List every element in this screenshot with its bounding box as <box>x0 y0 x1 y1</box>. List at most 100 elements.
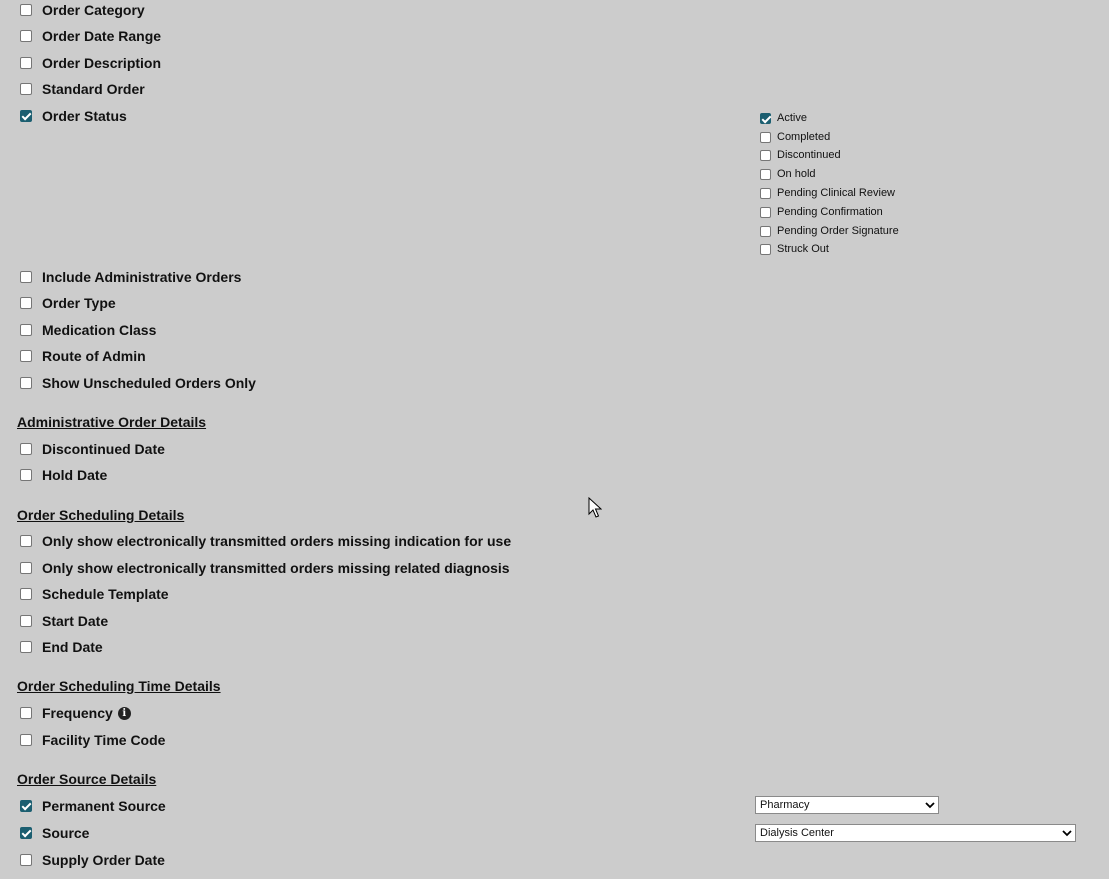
order-description-label: Order Description <box>42 55 162 71</box>
filter-start-date[interactable]: Start Date <box>20 611 108 631</box>
status-active-label: Active <box>777 112 807 124</box>
medication-class-label: Medication Class <box>42 322 157 338</box>
medication-class-checkbox[interactable] <box>20 324 32 336</box>
order-type-checkbox[interactable] <box>20 297 32 309</box>
filter-order-type[interactable]: Order Type <box>20 293 116 313</box>
order-date-range-checkbox[interactable] <box>20 30 32 42</box>
filter-standard-order[interactable]: Standard Order <box>20 79 145 99</box>
order-category-checkbox[interactable] <box>20 4 32 16</box>
show-unscheduled-orders-label: Show Unscheduled Orders Only <box>42 375 256 391</box>
filter-route-of-admin[interactable]: Route of Admin <box>20 346 146 366</box>
status-on-hold-label: On hold <box>777 168 816 180</box>
order-category-label: Order Category <box>42 2 145 18</box>
section-order-scheduling-details: Order Scheduling Details <box>17 507 185 523</box>
status-pending-order-signature-label: Pending Order Signature <box>777 225 899 237</box>
filter-end-date[interactable]: End Date <box>20 637 103 657</box>
end-date-label: End Date <box>42 639 103 655</box>
order-date-range-label: Order Date Range <box>42 28 162 44</box>
status-struck-out-label: Struck Out <box>777 243 829 255</box>
filter-hold-date[interactable]: Hold Date <box>20 465 107 485</box>
status-option-discontinued[interactable]: Discontinued <box>760 146 841 164</box>
status-struck-out-checkbox[interactable] <box>760 243 771 255</box>
start-date-checkbox[interactable] <box>20 615 32 627</box>
missing-indication-checkbox[interactable] <box>20 535 32 547</box>
supply-order-date-checkbox[interactable] <box>20 854 32 866</box>
status-completed-label: Completed <box>777 131 831 143</box>
facility-time-code-label: Facility Time Code <box>42 732 166 748</box>
facility-time-code-checkbox[interactable] <box>20 734 32 746</box>
filter-permanent-source[interactable]: Permanent Source <box>20 796 166 816</box>
status-on-hold-checkbox[interactable] <box>760 168 771 180</box>
frequency-checkbox[interactable] <box>20 707 32 719</box>
standard-order-label: Standard Order <box>42 81 145 97</box>
supply-order-date-label: Supply Order Date <box>42 852 165 868</box>
status-pending-order-signature-checkbox[interactable] <box>760 225 771 237</box>
filter-order-category[interactable]: Order Category <box>20 0 145 20</box>
status-option-pending-order-signature[interactable]: Pending Order Signature <box>760 222 899 240</box>
status-option-pending-clinical-review[interactable]: Pending Clinical Review <box>760 184 895 202</box>
status-pending-clinical-review-checkbox[interactable] <box>760 187 771 199</box>
show-unscheduled-orders-checkbox[interactable] <box>20 377 32 389</box>
filter-missing-indication[interactable]: Only show electronically transmitted ord… <box>20 531 511 551</box>
status-active-checkbox[interactable] <box>760 112 771 124</box>
status-option-pending-confirmation[interactable]: Pending Confirmation <box>760 203 883 221</box>
discontinued-date-checkbox[interactable] <box>20 443 32 455</box>
permanent-source-label: Permanent Source <box>42 798 166 814</box>
info-icon[interactable]: i <box>117 706 131 720</box>
section-order-scheduling-time-details: Order Scheduling Time Details <box>17 678 221 694</box>
hold-date-checkbox[interactable] <box>20 469 32 481</box>
route-of-admin-checkbox[interactable] <box>20 350 32 362</box>
filter-order-date-range[interactable]: Order Date Range <box>20 26 161 46</box>
status-discontinued-label: Discontinued <box>777 149 841 161</box>
filter-supply-order-date[interactable]: Supply Order Date <box>20 850 165 870</box>
status-option-completed[interactable]: Completed <box>760 128 830 146</box>
filter-order-description[interactable]: Order Description <box>20 53 161 73</box>
section-order-source-details: Order Source Details <box>17 771 157 787</box>
permanent-source-checkbox[interactable] <box>20 800 32 812</box>
order-status-checkbox[interactable] <box>20 110 32 122</box>
filter-order-status[interactable]: Order Status <box>20 106 127 126</box>
mouse-cursor-icon <box>588 496 603 524</box>
chevron-down-icon <box>922 801 938 809</box>
filter-discontinued-date[interactable]: Discontinued Date <box>20 439 165 459</box>
source-label: Source <box>42 825 90 841</box>
filter-include-admin-orders[interactable]: Include Administrative Orders <box>20 267 241 287</box>
filter-medication-class[interactable]: Medication Class <box>20 320 156 340</box>
missing-indication-label: Only show electronically transmitted ord… <box>42 533 512 549</box>
chevron-down-icon <box>1059 829 1075 837</box>
section-admin-order-details: Administrative Order Details <box>17 414 207 430</box>
status-pending-confirmation-label: Pending Confirmation <box>777 206 883 218</box>
status-option-struck-out[interactable]: Struck Out <box>760 240 829 258</box>
missing-diagnosis-label: Only show electronically transmitted ord… <box>42 560 510 576</box>
filter-schedule-template[interactable]: Schedule Template <box>20 584 169 604</box>
status-option-active[interactable]: Active <box>760 109 807 127</box>
standard-order-checkbox[interactable] <box>20 83 32 95</box>
status-pending-clinical-review-label: Pending Clinical Review <box>777 187 896 199</box>
filter-facility-time-code[interactable]: Facility Time Code <box>20 730 165 750</box>
filter-missing-diagnosis[interactable]: Only show electronically transmitted ord… <box>20 558 510 578</box>
status-pending-confirmation-checkbox[interactable] <box>760 206 771 218</box>
filter-frequency[interactable]: Frequency i <box>20 703 131 723</box>
order-description-checkbox[interactable] <box>20 57 32 69</box>
permanent-source-select[interactable]: Pharmacy <box>755 796 939 814</box>
missing-diagnosis-checkbox[interactable] <box>20 562 32 574</box>
filter-source[interactable]: Source <box>20 823 89 843</box>
status-completed-checkbox[interactable] <box>760 131 771 143</box>
frequency-label: Frequency <box>42 705 113 721</box>
source-select[interactable]: Dialysis Center <box>755 824 1076 842</box>
order-type-label: Order Type <box>42 295 116 311</box>
hold-date-label: Hold Date <box>42 467 108 483</box>
include-admin-orders-label: Include Administrative Orders <box>42 269 242 285</box>
filter-show-unscheduled-orders[interactable]: Show Unscheduled Orders Only <box>20 373 256 393</box>
status-discontinued-checkbox[interactable] <box>760 149 771 161</box>
discontinued-date-label: Discontinued Date <box>42 441 165 457</box>
schedule-template-checkbox[interactable] <box>20 588 32 600</box>
end-date-checkbox[interactable] <box>20 641 32 653</box>
status-option-on-hold[interactable]: On hold <box>760 165 816 183</box>
source-checkbox[interactable] <box>20 827 32 839</box>
start-date-label: Start Date <box>42 613 109 629</box>
route-of-admin-label: Route of Admin <box>42 348 146 364</box>
permanent-source-select-value: Pharmacy <box>760 799 810 811</box>
include-admin-orders-checkbox[interactable] <box>20 271 32 283</box>
source-select-value: Dialysis Center <box>760 827 834 839</box>
